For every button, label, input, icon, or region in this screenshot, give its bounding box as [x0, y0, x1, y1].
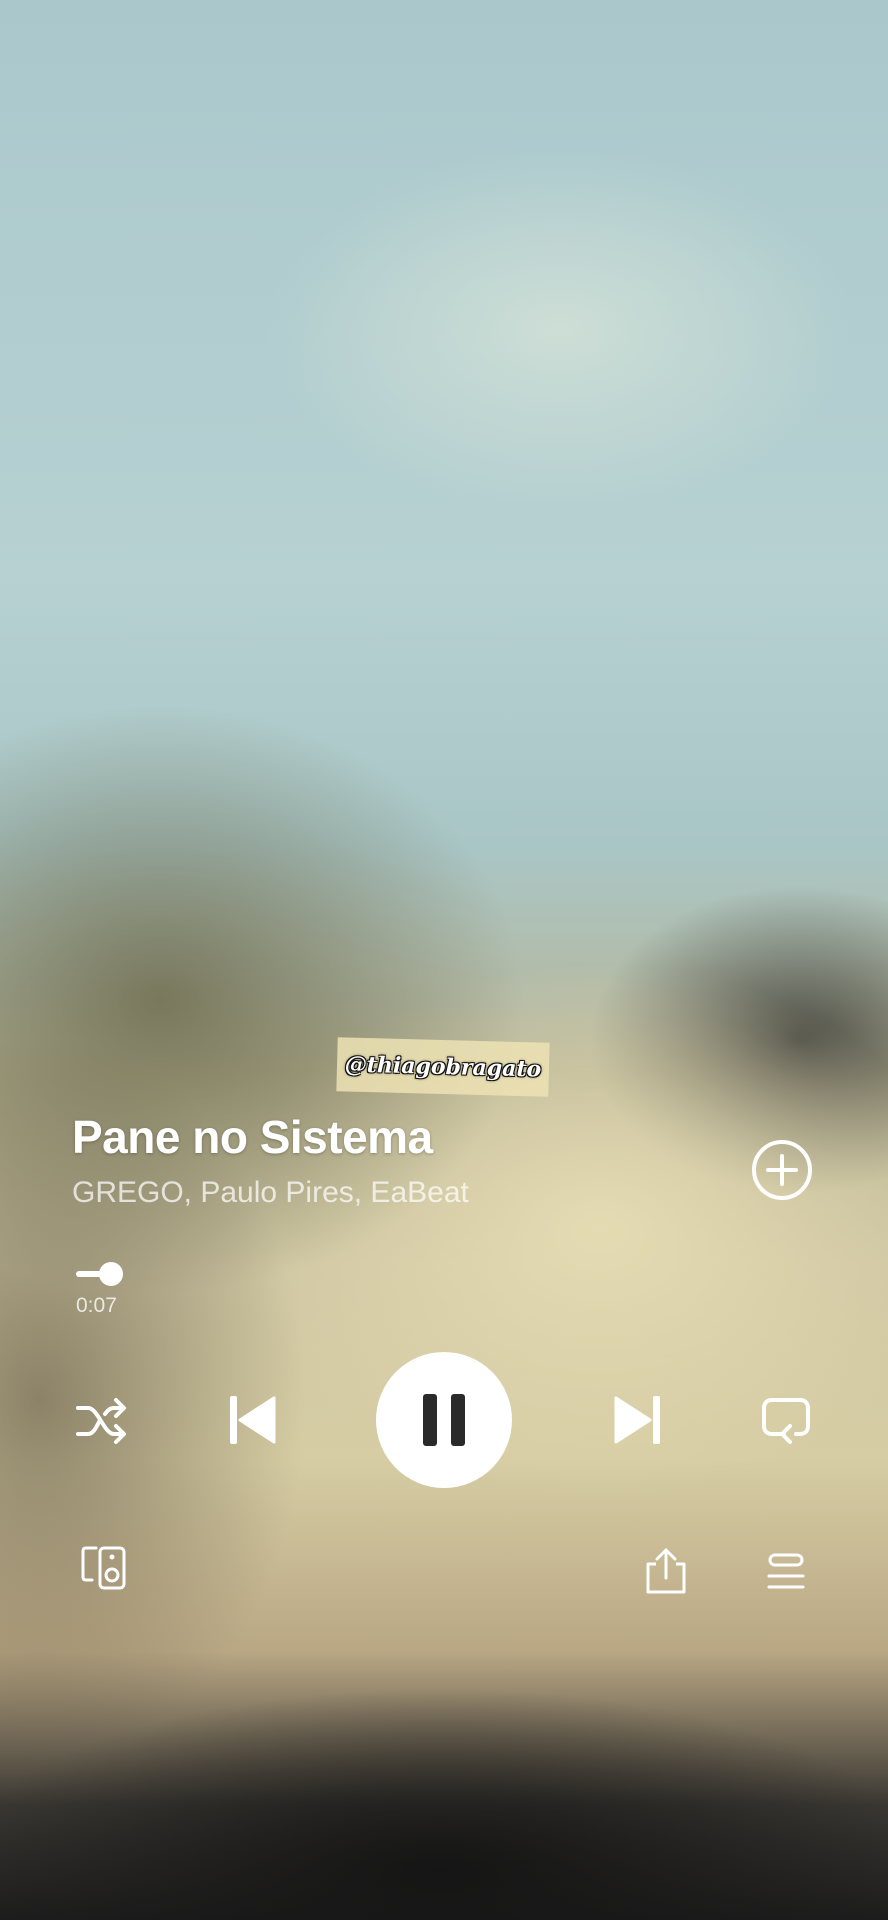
watermark-sticker: @thiagobragato	[336, 1037, 550, 1097]
share-button[interactable]	[642, 1546, 690, 1596]
add-to-library-button[interactable]	[750, 1138, 814, 1202]
track-artists[interactable]: GREGO, Paulo Pires, EaBeat	[72, 1176, 469, 1210]
connect-device-icon	[81, 1546, 126, 1590]
skip-next-icon	[614, 1396, 660, 1444]
plus-circle-icon	[752, 1140, 812, 1200]
connect-device-button[interactable]	[80, 1546, 130, 1590]
skip-previous-icon	[230, 1396, 276, 1444]
previous-track-button[interactable]	[224, 1392, 280, 1448]
track-title: Pane no Sistema	[72, 1111, 433, 1163]
queue-icon	[767, 1553, 805, 1589]
repeat-icon	[762, 1398, 810, 1444]
background-shade	[0, 0, 888, 1920]
pause-button[interactable]	[376, 1352, 512, 1488]
shuffle-icon	[76, 1398, 126, 1444]
shuffle-button[interactable]	[74, 1396, 130, 1446]
repeat-button[interactable]	[760, 1396, 812, 1444]
progress-knob[interactable]	[98, 1262, 123, 1286]
next-track-button[interactable]	[610, 1392, 666, 1448]
elapsed-time: 0:07	[76, 1294, 117, 1317]
pause-icon	[423, 1394, 465, 1446]
queue-button[interactable]	[766, 1552, 806, 1592]
watermark-text: @thiagobragato	[344, 1051, 542, 1083]
progress-bar[interactable]	[76, 1262, 836, 1286]
share-icon	[646, 1548, 686, 1594]
